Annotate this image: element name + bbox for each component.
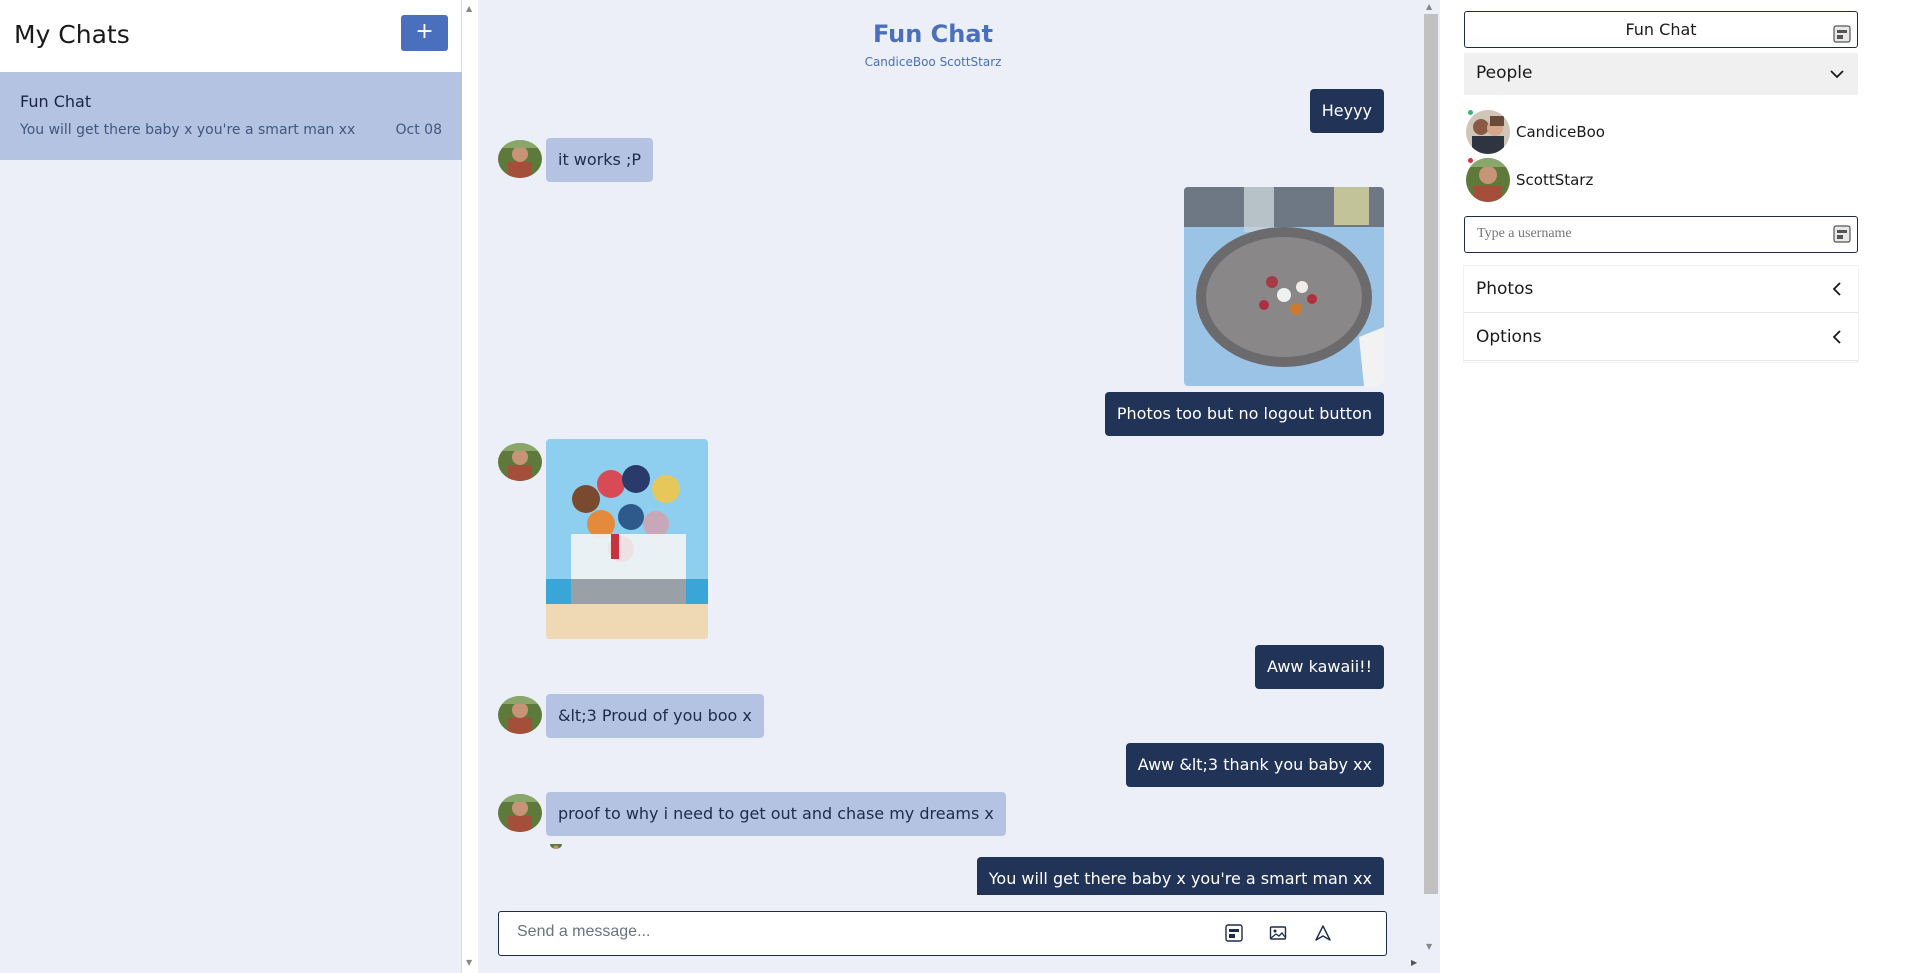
message-bubble-incoming: it works ;P	[546, 138, 653, 182]
chat-members: CandiceBoo ScottStarz	[864, 55, 1002, 69]
avatar	[498, 443, 542, 481]
sidebar-scroll-up[interactable]: ▲	[466, 4, 472, 13]
scroll-up-arrow[interactable]: ▲	[1426, 2, 1432, 11]
add-user-field	[1464, 216, 1858, 253]
online-status-dot	[1468, 110, 1473, 115]
person-name: CandiceBoo	[1516, 123, 1605, 141]
message-bubble-outgoing: You will get there baby x you're a smart…	[976, 857, 1384, 895]
chevron-down-icon	[1828, 65, 1846, 83]
send-icon[interactable]	[1314, 924, 1334, 944]
message-list[interactable]: Fun Chat CandiceBoo ScottStarz Heyyy it …	[478, 0, 1426, 895]
chevron-left-icon	[1828, 328, 1846, 346]
chat-list-item[interactable]: Fun Chat You will get there baby x you'r…	[0, 72, 462, 160]
chat-name-label: Fun Chat	[1625, 20, 1697, 39]
image-icon[interactable]	[1269, 924, 1289, 944]
username-input[interactable]	[1477, 226, 1807, 242]
message-bubble-incoming: &lt;3 Proud of you boo x	[546, 694, 764, 738]
shared-photo-food[interactable]	[1184, 187, 1384, 386]
chevron-left-icon	[1828, 280, 1846, 298]
message-composer	[498, 911, 1387, 956]
chat-item-title: Fun Chat	[20, 92, 92, 111]
offline-status-dot	[1468, 158, 1473, 163]
avatar	[1466, 158, 1510, 202]
people-label: People	[1476, 63, 1533, 83]
avatar	[1466, 110, 1510, 154]
avatar	[498, 794, 542, 832]
chat-item-preview: You will get there baby x you're a smart…	[20, 122, 356, 138]
message-bubble-incoming: proof to why i need to get out and chase…	[546, 792, 1006, 836]
photos-label: Photos	[1476, 279, 1534, 299]
avatar	[498, 140, 542, 178]
person-name: ScottStarz	[1516, 171, 1594, 189]
message-input[interactable]	[517, 923, 1157, 941]
chat-list-sidebar: My Chats + Fun Chat You will get there b…	[0, 0, 462, 973]
sidebar-header: My Chats +	[0, 0, 461, 72]
person-row[interactable]: ScottStarz	[1466, 158, 1766, 202]
message-bubble-outgoing: Heyyy	[1309, 89, 1384, 133]
person-row[interactable]: CandiceBoo	[1466, 110, 1766, 154]
message-scrollbar[interactable]	[1424, 14, 1438, 894]
photos-section-header[interactable]: Photos	[1464, 266, 1858, 313]
chat-details-panel: Fun Chat People CandiceBoo ScottStarz Ph…	[1440, 0, 1920, 973]
chat-name-field[interactable]: Fun Chat	[1464, 11, 1858, 48]
message-bubble-outgoing: Aww kawaii!!	[1255, 645, 1384, 689]
chat-item-date: Oct 08	[395, 122, 442, 138]
scroll-right-arrow[interactable]: ▶	[1411, 958, 1417, 967]
edit-icon[interactable]	[1833, 20, 1851, 43]
sidebar-scroll-down[interactable]: ▼	[466, 958, 472, 967]
options-label: Options	[1476, 327, 1542, 347]
chat-title: Fun Chat	[872, 20, 994, 48]
new-chat-button[interactable]: +	[401, 15, 448, 51]
message-bubble-outgoing: Aww &lt;3 thank you baby xx	[1125, 743, 1384, 787]
options-section-header[interactable]: Options	[1464, 314, 1858, 361]
attach-icon[interactable]	[1225, 924, 1245, 944]
sidebar-title: My Chats	[14, 20, 130, 49]
scroll-down-arrow[interactable]: ▼	[1426, 942, 1432, 951]
chat-feed-panel: Fun Chat CandiceBoo ScottStarz Heyyy it …	[478, 0, 1440, 973]
avatar	[498, 696, 542, 734]
people-section-header[interactable]: People	[1464, 53, 1858, 95]
read-receipt-avatar	[550, 839, 562, 849]
add-user-icon[interactable]	[1833, 225, 1851, 243]
message-bubble-outgoing: Photos too but no logout button	[1104, 392, 1384, 436]
shared-photo-anime[interactable]	[546, 439, 708, 639]
